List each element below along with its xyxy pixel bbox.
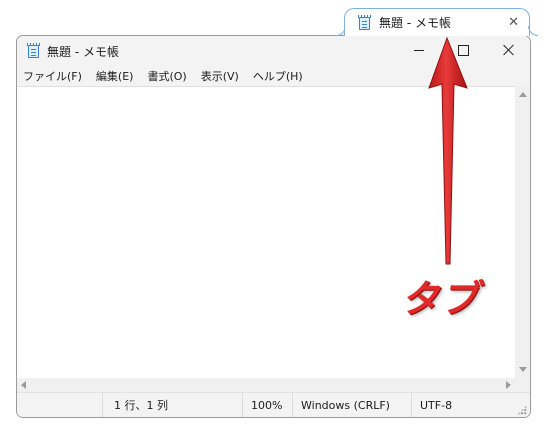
annotation-label: タブ (401, 277, 480, 321)
annotation-arrow (428, 36, 468, 265)
